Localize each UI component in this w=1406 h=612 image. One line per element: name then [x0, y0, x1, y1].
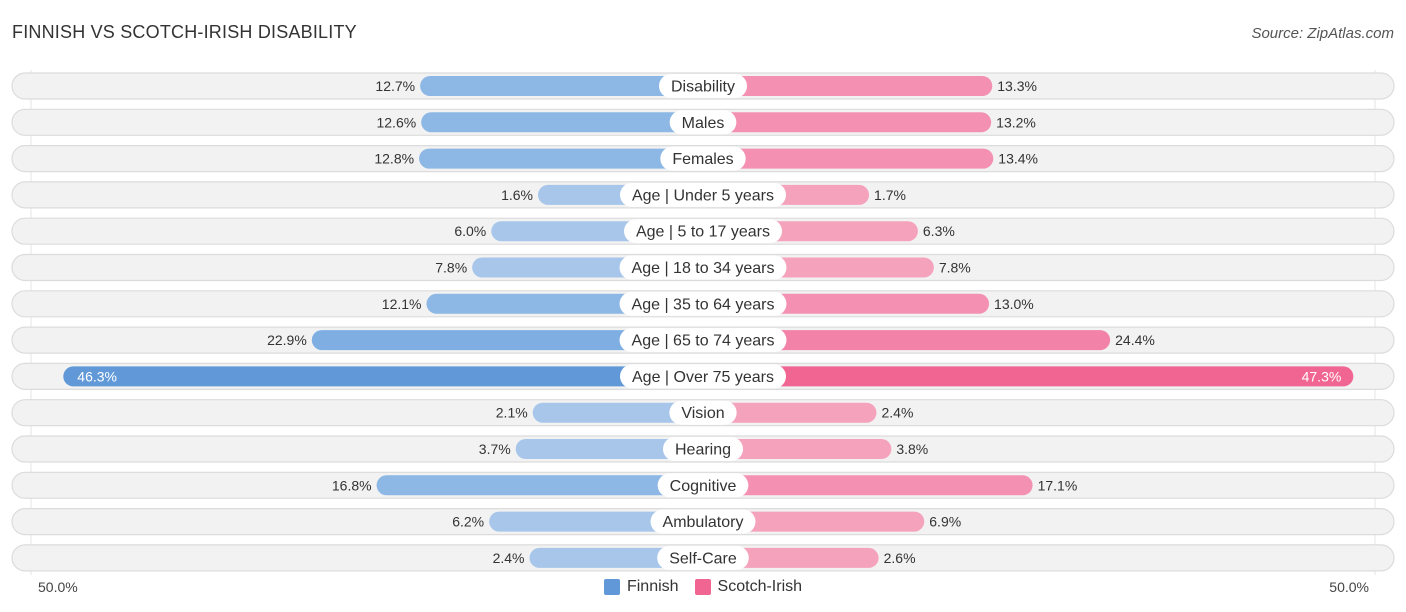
- category-label: Age | 18 to 34 years: [632, 260, 775, 277]
- value-label-finnish: 46.3%: [77, 368, 117, 384]
- value-label-finnish: 1.6%: [501, 187, 533, 203]
- bar-scotch-irish: [703, 148, 994, 169]
- category-label: Age | Over 75 years: [632, 369, 774, 386]
- value-label-scotch-irish: 2.6%: [884, 550, 916, 566]
- category-label: Age | 35 to 64 years: [632, 296, 775, 313]
- category-label: Vision: [681, 405, 724, 422]
- value-label-finnish: 2.1%: [496, 405, 528, 421]
- value-label-finnish: 12.7%: [375, 78, 415, 94]
- bar-finnish: [63, 366, 703, 387]
- category-label: Hearing: [675, 442, 731, 459]
- category-label: Ambulatory: [663, 514, 744, 531]
- value-label-finnish: 3.7%: [479, 441, 511, 457]
- value-label-scotch-irish: 2.4%: [881, 405, 913, 421]
- value-label-scotch-irish: 6.3%: [923, 223, 955, 239]
- legend-item-scotch-irish[interactable]: Scotch-Irish: [694, 578, 803, 596]
- category-label: Cognitive: [670, 478, 737, 495]
- legend-item-finnish[interactable]: Finnish: [603, 578, 679, 596]
- legend-label-scotch-irish: Scotch-Irish: [717, 578, 803, 595]
- value-label-finnish: 6.2%: [452, 514, 484, 530]
- value-label-finnish: 7.8%: [435, 260, 467, 276]
- value-label-scotch-irish: 6.9%: [929, 514, 961, 530]
- value-label-finnish: 22.9%: [267, 332, 307, 348]
- value-label-scotch-irish: 13.3%: [997, 78, 1037, 94]
- value-label-scotch-irish: 13.0%: [994, 296, 1034, 312]
- value-label-scotch-irish: 24.4%: [1115, 332, 1155, 348]
- value-label-scotch-irish: 13.2%: [996, 114, 1036, 130]
- legend: Finnish Scotch-Irish: [0, 578, 1406, 596]
- value-label-scotch-irish: 3.8%: [896, 441, 928, 457]
- value-label-finnish: 12.1%: [382, 296, 422, 312]
- category-label: Disability: [671, 79, 735, 96]
- bar-finnish: [421, 112, 703, 133]
- value-label-finnish: 16.8%: [332, 477, 372, 493]
- value-label-scotch-irish: 1.7%: [874, 187, 906, 203]
- bar-scotch-irish: [703, 475, 1033, 496]
- value-label-finnish: 6.0%: [454, 223, 486, 239]
- legend-swatch-scotch-irish: [694, 579, 711, 595]
- legend-label-finnish: Finnish: [626, 578, 679, 595]
- category-label: Age | Under 5 years: [632, 187, 774, 204]
- category-label: Age | 5 to 17 years: [636, 224, 770, 241]
- value-label-finnish: 2.4%: [493, 550, 525, 566]
- value-label-scotch-irish: 47.3%: [1302, 368, 1342, 384]
- bar-scotch-irish: [703, 112, 992, 133]
- value-label-scotch-irish: 13.4%: [998, 151, 1038, 167]
- bar-finnish: [376, 475, 703, 496]
- legend-swatch-finnish: [603, 579, 620, 595]
- value-label-finnish: 12.6%: [376, 114, 416, 130]
- category-label: Males: [682, 115, 725, 132]
- value-label-scotch-irish: 17.1%: [1038, 477, 1078, 493]
- chart-plot: 12.7% 13.3% Disability 12.6% 13.2% Males 12.8%…: [11, 70, 1395, 575]
- category-label: Self-Care: [669, 550, 737, 567]
- value-label-scotch-irish: 7.8%: [939, 260, 971, 276]
- value-label-finnish: 12.8%: [374, 151, 414, 167]
- bar-scotch-irish: [703, 366, 1354, 387]
- category-label: Females: [672, 151, 733, 168]
- category-label: Age | 65 to 74 years: [632, 333, 775, 350]
